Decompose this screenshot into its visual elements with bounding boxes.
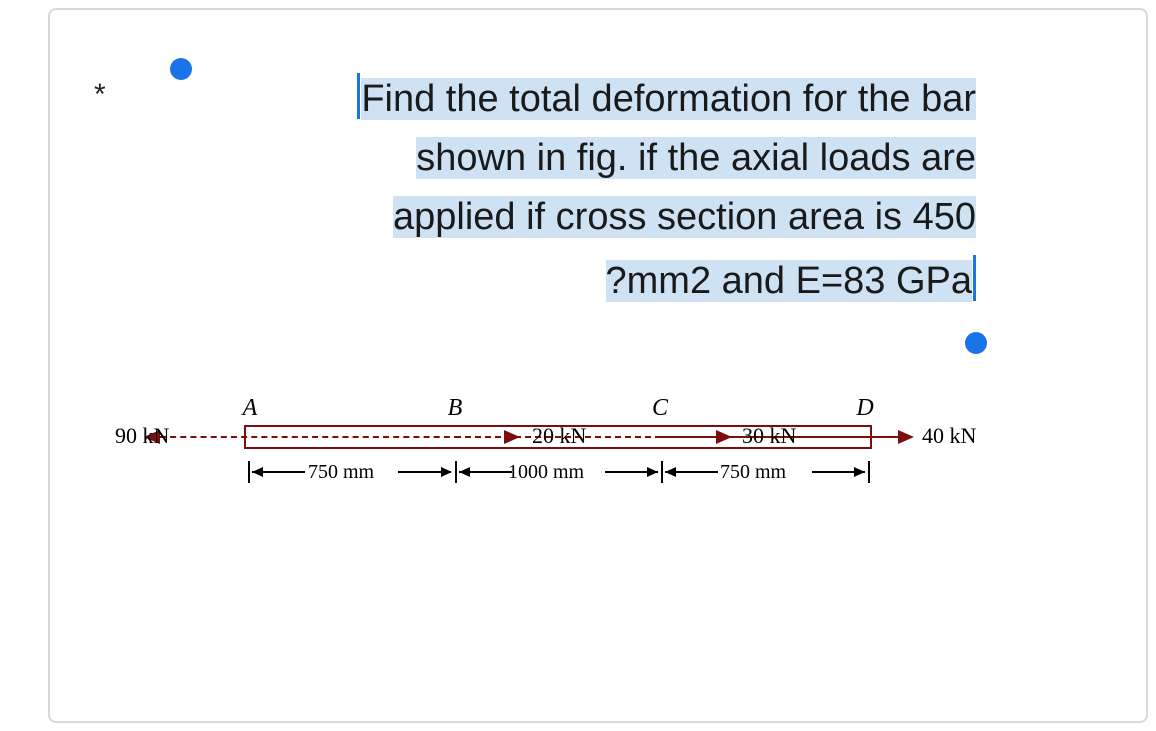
question-line-4a: ?	[606, 260, 627, 302]
force-label-bc: 20 kN	[532, 423, 586, 449]
dim-label-bc: 1000 mm	[508, 461, 584, 484]
text-cursor-end	[973, 255, 976, 301]
dim-label-cd: 750 mm	[720, 461, 786, 484]
beam-diagram: A B C D 90 kN 20 kN 30 kN 40 kN 750 mm 1…	[120, 395, 1000, 535]
text-cursor-start	[357, 73, 360, 119]
question-line-3: applied if cross section area is 450	[393, 196, 976, 238]
question-text: Find the total deformation for the bar s…	[176, 65, 976, 311]
dim-label-ab: 750 mm	[308, 461, 374, 484]
force-arrow-cd-icon	[716, 430, 732, 444]
axis-segment-ab	[160, 436, 460, 438]
dim-tick-c	[661, 461, 663, 483]
selection-handle-end[interactable]	[965, 332, 987, 354]
force-arrow-bc-icon	[504, 430, 520, 444]
dim-arrow-cd-right-icon	[854, 467, 865, 477]
force-label-cd: 30 kN	[742, 423, 796, 449]
question-line-4b: mm2 and E=83 GPa	[627, 260, 972, 302]
point-label-c: C	[652, 395, 668, 422]
point-label-a: A	[243, 395, 258, 422]
force-label-left: 90 kN	[115, 423, 169, 449]
dim-line-ab-left	[252, 471, 305, 473]
point-label-d: D	[856, 395, 873, 422]
dim-line-bc-left	[459, 471, 512, 473]
dim-arrow-ab-right-icon	[441, 467, 452, 477]
point-label-b: B	[448, 395, 463, 422]
dim-line-cd-left	[665, 471, 718, 473]
question-line-1: Find the total deformation for the bar	[361, 78, 976, 120]
required-asterisk: *	[94, 78, 106, 112]
force-label-right: 40 kN	[922, 423, 976, 449]
dim-tick-b	[455, 461, 457, 483]
question-line-2: shown in fig. if the axial loads are	[416, 137, 976, 179]
force-arrow-right-icon	[898, 430, 914, 444]
dim-arrow-bc-right-icon	[647, 467, 658, 477]
dim-tick-d	[868, 461, 870, 483]
dim-tick-a	[248, 461, 250, 483]
